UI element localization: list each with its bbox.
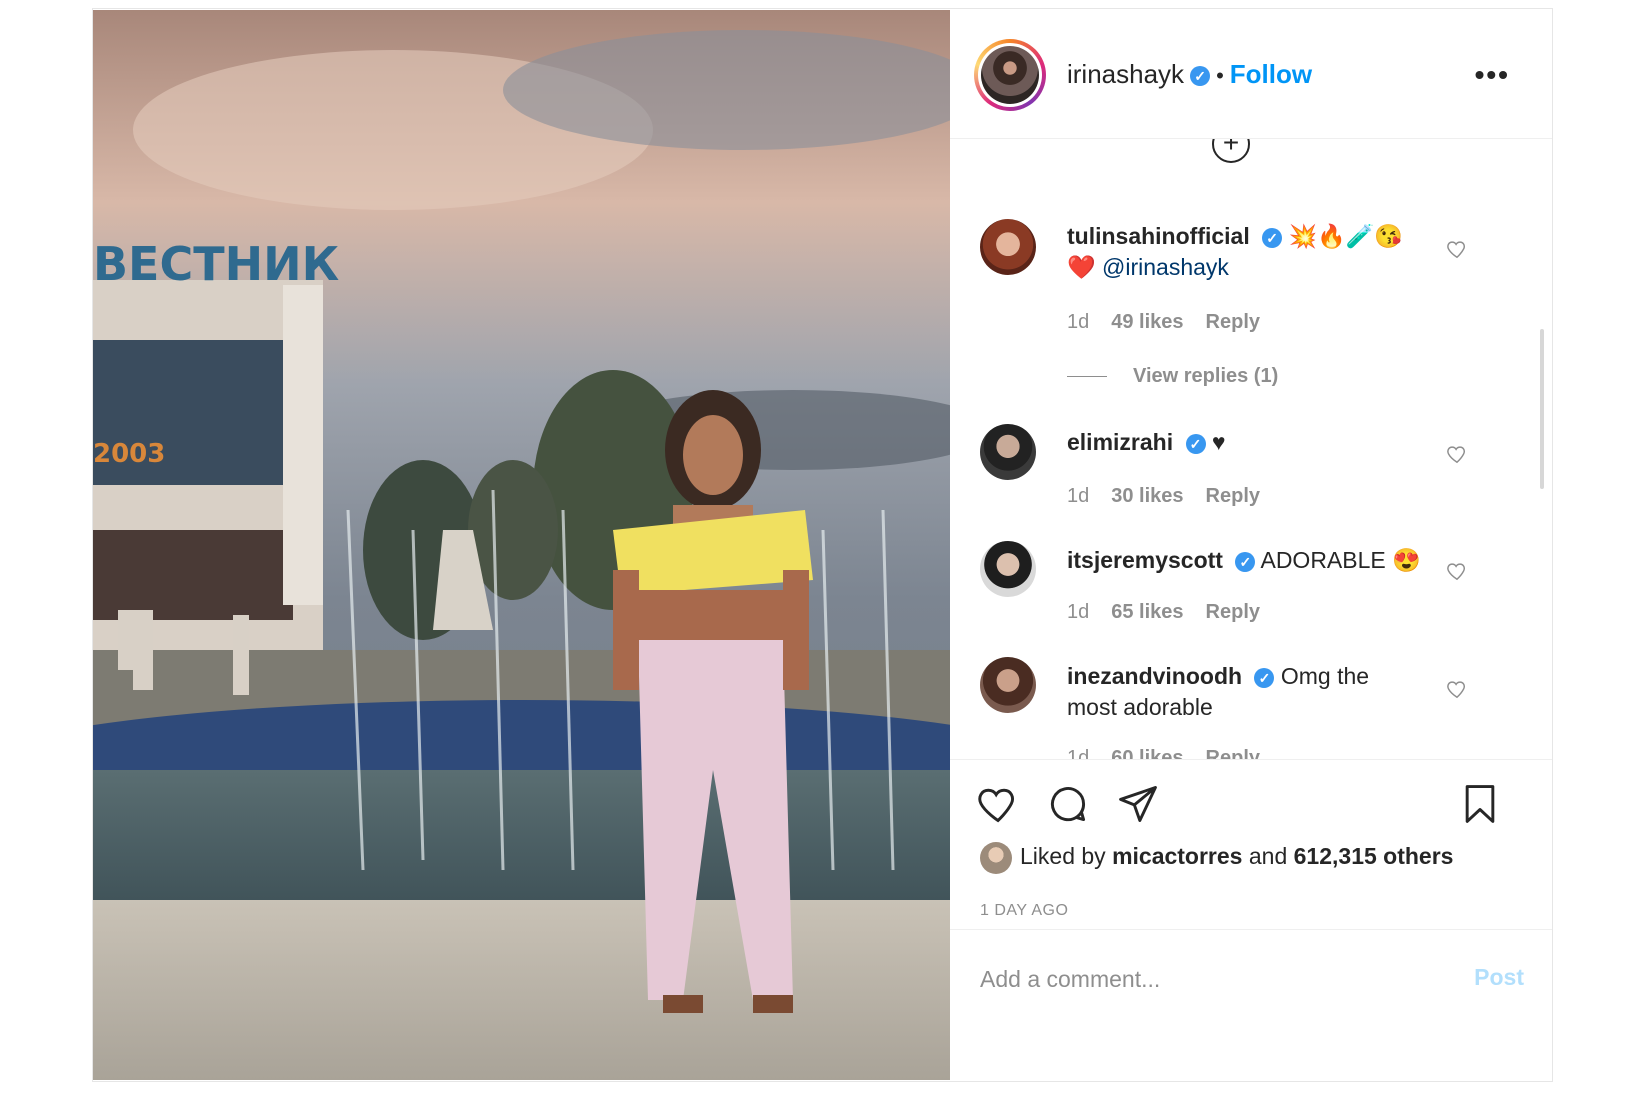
comment-username[interactable]: tulinsahinofficial (1067, 223, 1250, 249)
comment-reply-button[interactable]: Reply (1206, 311, 1260, 333)
verified-badge-icon: ✓ (1254, 667, 1275, 688)
plus-circle-icon[interactable]: + (1212, 139, 1250, 163)
verified-badge-icon: ✓ (1262, 227, 1283, 248)
comment-time: 1d (1067, 601, 1090, 623)
comment-text: inezandvinoodh ✓ Omg the most adorable (1067, 661, 1397, 723)
liked-by-and: and (1248, 843, 1288, 870)
comment-meta: 1d 65 likes Reply (1067, 601, 1282, 624)
comment-time: 1d (1067, 311, 1090, 333)
add-comment-bar: Post (950, 929, 1552, 1026)
view-replies-button[interactable]: View replies (1) (1067, 365, 1278, 388)
comment-time: 1d (1067, 485, 1090, 507)
comment-body: ADORABLE 😍 (1260, 547, 1421, 573)
building-year-sign: 2003 (93, 439, 165, 469)
comment-like-heart-icon[interactable] (1446, 443, 1468, 465)
comment-meta: 1d 60 likes Reply (1067, 747, 1282, 759)
share-icon[interactable] (1116, 782, 1160, 826)
author-username[interactable]: irinashayk (1067, 59, 1184, 89)
comment-meta: 1d 30 likes Reply (1067, 485, 1282, 508)
comment-meta: 1d 49 likes Reply (1067, 311, 1282, 334)
add-comment-input[interactable] (978, 958, 1442, 1000)
building-entrance (93, 530, 293, 620)
comment-avatar[interactable] (980, 541, 1036, 597)
comment-reply-button[interactable]: Reply (1206, 485, 1260, 507)
comment-username[interactable]: itsjeremyscott (1067, 547, 1223, 573)
comment-like-heart-icon[interactable] (1446, 678, 1468, 700)
comment-time: 1d (1067, 747, 1090, 759)
comment-likes[interactable]: 49 likes (1111, 311, 1183, 333)
bookmark-icon[interactable] (1458, 782, 1502, 826)
building-sign: ВЕСТНИК (93, 237, 339, 291)
post-timestamp[interactable]: 1 DAY AGO (980, 902, 1068, 920)
comment-mention[interactable]: @irinashayk (1102, 254, 1229, 280)
comment-like-heart-icon[interactable] (1446, 560, 1468, 582)
comment-username[interactable]: inezandvinoodh (1067, 663, 1242, 689)
view-replies-label: View replies (1) (1133, 365, 1279, 387)
comment-body: 💥🔥🧪😘 (1288, 223, 1404, 249)
comment-reply-button[interactable]: Reply (1206, 747, 1260, 759)
comment-reply-button[interactable]: Reply (1206, 601, 1260, 623)
liked-by-avatar[interactable] (980, 842, 1012, 874)
comment-avatar[interactable] (980, 219, 1036, 275)
verified-badge-icon: ✓ (1190, 66, 1211, 87)
view-replies-line (1067, 376, 1107, 378)
comment-text: elimizrahi ✓ ♥ (1067, 427, 1467, 458)
comment-icon[interactable] (1046, 782, 1090, 826)
comment-likes[interactable]: 60 likes (1111, 747, 1183, 759)
liked-by-line: Liked by micactorres and 612,315 others (980, 842, 1453, 874)
liked-by-user[interactable]: micactorres (1112, 843, 1242, 869)
author-avatar[interactable] (974, 39, 1046, 111)
author-line: irinashayk ✓ • Follow (1067, 59, 1312, 90)
comment-text: itsjeremyscott ✓ ADORABLE 😍 (1067, 545, 1467, 576)
follow-button[interactable]: Follow (1230, 59, 1312, 89)
comment-like-heart-icon[interactable] (1446, 238, 1468, 260)
comment-text: tulinsahinofficial ✓ 💥🔥🧪😘 ❤️ @irinashayk (1067, 221, 1467, 283)
comment-avatar[interactable] (980, 657, 1036, 713)
separator-dot: • (1216, 63, 1224, 88)
verified-badge-icon: ✓ (1185, 433, 1206, 454)
comments-list: + tulinsahinofficial ✓ 💥🔥🧪😘 ❤️ @irinasha… (950, 139, 1552, 759)
more-options-icon[interactable]: ••• (1475, 61, 1510, 89)
comments-scrollbar[interactable] (1540, 329, 1544, 489)
post-comment-button[interactable]: Post (1474, 964, 1524, 991)
comment-avatar[interactable] (980, 424, 1036, 480)
building-column (283, 285, 323, 605)
comment-likes[interactable]: 65 likes (1111, 601, 1183, 623)
verified-badge-icon: ✓ (1235, 551, 1256, 572)
liked-by-prefix: Liked by (1020, 843, 1106, 870)
avatar-inner (978, 43, 1042, 107)
heart-icon[interactable] (976, 782, 1020, 826)
comment-username[interactable]: elimizrahi (1067, 429, 1173, 455)
fountain-water (93, 770, 950, 910)
comment-body-heart: ❤️ (1067, 254, 1096, 280)
avatar-image (981, 46, 1039, 104)
post-side-panel: irinashayk ✓ • Follow ••• + tulinsahinoffic… (950, 9, 1552, 1081)
comment-likes[interactable]: 30 likes (1111, 485, 1183, 507)
post-header: irinashayk ✓ • Follow ••• (950, 9, 1552, 139)
comment-body: ♥ (1211, 429, 1226, 455)
liked-by-others[interactable]: 612,315 others (1294, 843, 1454, 869)
post-photo[interactable]: ВЕСТНИК 2003 (93, 10, 950, 1080)
pavement (93, 900, 950, 1080)
